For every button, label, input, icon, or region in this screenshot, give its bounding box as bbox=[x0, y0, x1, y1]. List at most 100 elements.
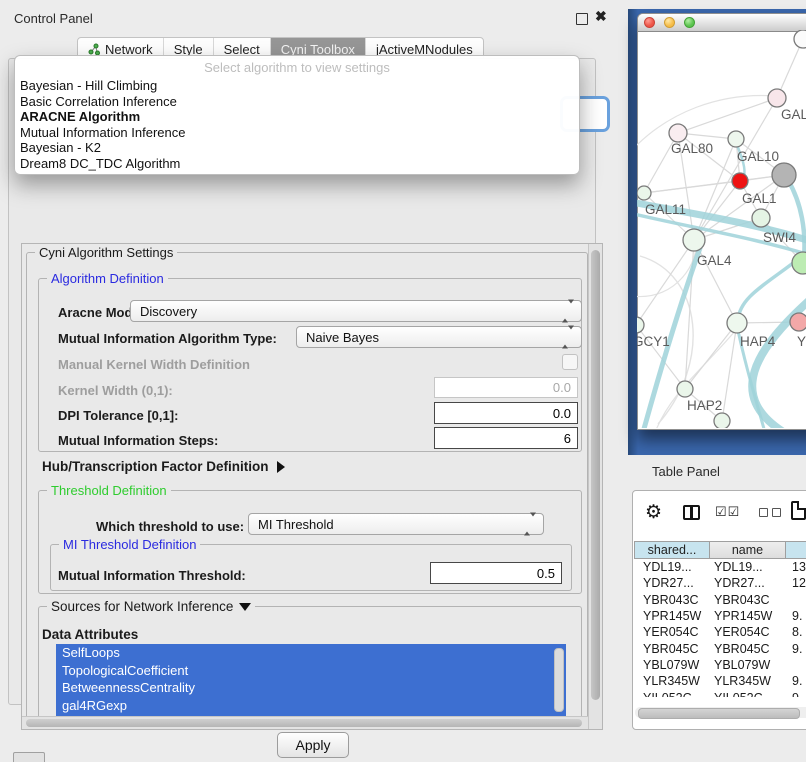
table-cell: YBR045C bbox=[634, 642, 710, 656]
spinner-arrows-icon bbox=[562, 330, 574, 345]
table-cell: YBR045C bbox=[710, 642, 786, 656]
network-node-label: GAL11 bbox=[645, 202, 686, 217]
algorithm-option[interactable]: Mutual Information Inference bbox=[15, 125, 579, 141]
mi-threshold-field[interactable] bbox=[430, 562, 562, 584]
algorithm-popup-placeholder: Select algorithm to view settings bbox=[15, 56, 579, 78]
column-header-name[interactable]: name bbox=[710, 541, 786, 559]
kernel-width-field[interactable] bbox=[434, 377, 578, 398]
network-node-hap4[interactable] bbox=[727, 313, 747, 333]
network-node-gal80[interactable] bbox=[669, 124, 687, 142]
network-node-label: GAL80 bbox=[671, 141, 713, 156]
algorithm-option[interactable]: Bayesian - Hill Climbing bbox=[15, 78, 579, 94]
hub-definition-toggle[interactable]: Hub/Transcription Factor Definition bbox=[42, 459, 285, 474]
network-node-gal1[interactable] bbox=[752, 209, 770, 227]
close-traffic-light-icon[interactable] bbox=[644, 17, 655, 28]
algorithm-definition-title: Algorithm Definition bbox=[47, 271, 168, 286]
mi-algorithm-type-combo[interactable]: Naive Bayes bbox=[296, 326, 582, 348]
expand-right-icon bbox=[277, 461, 285, 473]
kernel-width-label: Kernel Width (0,1): bbox=[58, 383, 173, 398]
network-node-gal10-gray[interactable] bbox=[772, 163, 796, 187]
table-cell: YDR27... bbox=[710, 576, 786, 590]
table-cell: 8. bbox=[786, 625, 806, 639]
network-edge-thick[interactable] bbox=[788, 180, 804, 258]
network-node-gal10[interactable] bbox=[728, 131, 744, 147]
network-edge[interactable] bbox=[678, 98, 777, 133]
collapse-down-icon bbox=[239, 603, 251, 611]
vertical-scrollbar[interactable] bbox=[588, 244, 602, 729]
algorithm-option[interactable]: Basic Correlation Inference bbox=[15, 94, 579, 110]
attribute-item[interactable]: TopologicalCoefficient bbox=[56, 662, 566, 680]
deselect-all-icon[interactable] bbox=[759, 508, 781, 517]
network-svg[interactable]: GALGAL80GAL10GAL1GAL11GAL4SWI4GCY1HAP4YH… bbox=[637, 30, 806, 428]
mi-algorithm-type-value: Naive Bayes bbox=[306, 330, 379, 345]
network-node-label: GAL4 bbox=[697, 253, 732, 268]
zoom-traffic-light-icon[interactable] bbox=[684, 17, 695, 28]
attribute-item[interactable]: SelfLoops bbox=[56, 644, 566, 662]
network-node-top-partial[interactable] bbox=[794, 30, 806, 48]
manual-kernel-checkbox[interactable] bbox=[562, 354, 578, 370]
attribute-item[interactable]: gal4RGexp bbox=[56, 697, 566, 715]
attributes-scrollbar[interactable] bbox=[554, 648, 564, 712]
table-row[interactable]: YBL079WYBL079W bbox=[634, 657, 806, 673]
table-horizontal-scrollbar-thumb[interactable] bbox=[638, 708, 800, 719]
split-columns-icon[interactable] bbox=[683, 505, 700, 520]
table-cell: YLR345W bbox=[634, 674, 710, 688]
close-icon[interactable]: ✖ bbox=[595, 8, 607, 25]
network-node-y-salmon[interactable] bbox=[790, 313, 806, 331]
minimize-traffic-light-icon[interactable] bbox=[664, 17, 675, 28]
column-header-partial[interactable] bbox=[786, 541, 806, 559]
table-row[interactable]: YDL19...YDL19...13 bbox=[634, 559, 806, 575]
algorithm-option[interactable]: Bayesian - K2 bbox=[15, 140, 579, 156]
table-row[interactable]: YLR345WYLR345W9. bbox=[634, 673, 806, 689]
data-attributes-label: Data Attributes bbox=[42, 627, 138, 642]
dpi-tolerance-label: DPI Tolerance [0,1]: bbox=[58, 408, 178, 423]
dpi-tolerance-field[interactable] bbox=[434, 402, 578, 424]
sources-title[interactable]: Sources for Network Inference bbox=[47, 599, 255, 614]
network-node-gcy1[interactable] bbox=[637, 317, 644, 333]
table-row[interactable]: YER054CYER054C8. bbox=[634, 624, 806, 640]
table-cell: YBL079W bbox=[634, 658, 710, 672]
table-cell: YBL079W bbox=[710, 658, 786, 672]
column-header-shared-name[interactable]: shared... bbox=[634, 541, 710, 559]
float-window-icon[interactable] bbox=[576, 13, 588, 25]
data-attributes-list: SelfLoops TopologicalCoefficient Between… bbox=[56, 644, 566, 716]
table-body: YDL19...YDL19...13YDR27...YDR27...12YBR0… bbox=[634, 559, 806, 697]
which-threshold-combo[interactable]: MI Threshold bbox=[248, 513, 544, 535]
network-node-hap2[interactable] bbox=[677, 381, 693, 397]
horizontal-scrollbar[interactable] bbox=[22, 716, 589, 730]
mi-steps-field[interactable] bbox=[434, 427, 578, 449]
table-cell: YDR27... bbox=[634, 576, 710, 590]
network-node-gal-pink[interactable] bbox=[768, 89, 786, 107]
network-node-swi4[interactable] bbox=[792, 252, 806, 274]
network-node-gal4[interactable] bbox=[683, 229, 705, 251]
network-node-bottom-partial[interactable] bbox=[714, 413, 730, 428]
new-document-icon[interactable] bbox=[791, 501, 806, 520]
table-row[interactable]: YBR045CYBR045C9. bbox=[634, 640, 806, 656]
network-node-label: GAL1 bbox=[742, 191, 777, 206]
table-row[interactable]: YIL052CYIL052C9. bbox=[634, 689, 806, 697]
mi-threshold-group-title: MI Threshold Definition bbox=[59, 537, 200, 552]
table-cell: YBR043C bbox=[634, 593, 710, 607]
table-cell: YPR145W bbox=[710, 609, 786, 623]
table-row[interactable]: YBR043CYBR043C bbox=[634, 592, 806, 608]
apply-button[interactable]: Apply bbox=[277, 732, 349, 758]
network-node-red-node[interactable] bbox=[732, 173, 748, 189]
vertical-scrollbar-thumb[interactable] bbox=[591, 250, 600, 700]
table-cell: YBR043C bbox=[710, 593, 786, 607]
network-edge[interactable] bbox=[777, 39, 803, 98]
algorithm-option-selected[interactable]: ARACNE Algorithm bbox=[15, 109, 579, 125]
network-node-label: Y bbox=[797, 334, 806, 349]
control-panel-titlebar: Control Panel ✖ bbox=[0, 6, 612, 32]
attribute-item[interactable]: BetweennessCentrality bbox=[56, 679, 566, 697]
aracne-mode-combo[interactable]: Discovery bbox=[130, 300, 582, 322]
bottom-left-mini-button[interactable] bbox=[13, 752, 45, 762]
network-edge[interactable] bbox=[637, 240, 694, 325]
table-horizontal-scrollbar[interactable] bbox=[635, 707, 806, 718]
table-row[interactable]: YDR27...YDR27...12 bbox=[634, 575, 806, 591]
select-all-icon[interactable]: ☑☑ bbox=[715, 504, 740, 520]
network-node-gal11[interactable] bbox=[637, 186, 651, 200]
gear-icon[interactable]: ⚙ bbox=[645, 501, 662, 524]
algorithm-option[interactable]: Dream8 DC_TDC Algorithm bbox=[15, 156, 579, 172]
horizontal-scrollbar-thumb[interactable] bbox=[26, 719, 582, 727]
table-row[interactable]: YPR145WYPR145W9. bbox=[634, 608, 806, 624]
